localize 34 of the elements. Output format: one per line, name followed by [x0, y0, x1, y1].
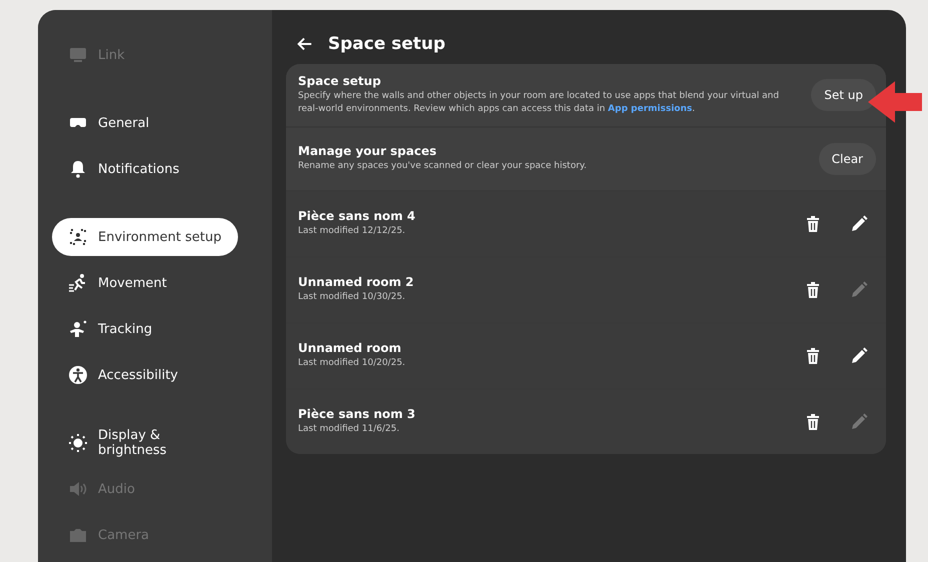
setting-description: Specify where the walls and other objects in your room are located to use apps that blend your virtual and real-world environments. Review which apps can access this data in App permissions.: [298, 90, 780, 116]
setting-title: Manage your spaces: [298, 144, 438, 158]
room-name: Pièce sans nom 4: [298, 209, 416, 224]
room-modified-date: Last modified 10/20/25.: [298, 357, 406, 370]
setting-description: Rename any spaces you've scanned or clear your space history.: [298, 160, 588, 174]
page-title: Space setup: [328, 34, 446, 54]
sidebar-item[interactable]: Display & brightness: [52, 424, 238, 462]
room-modified-date: Last modified 11/6/25.: [298, 423, 400, 436]
room-modified-date: Last modified 10/30/25.: [298, 291, 406, 304]
back-arrow-icon[interactable]: [296, 35, 314, 53]
set-up-button[interactable]: Set up: [811, 79, 876, 111]
accessibility-icon: [68, 365, 88, 385]
room-name: Pièce sans nom 3: [298, 407, 416, 422]
running-person-icon: [68, 273, 88, 293]
speaker-icon: [68, 479, 88, 499]
sidebar-item[interactable]: Environment setup: [52, 218, 238, 256]
clear-button[interactable]: Clear: [818, 143, 876, 175]
pencil-icon[interactable]: [849, 346, 869, 366]
person-frame-icon: [68, 227, 88, 247]
sidebar-item[interactable]: General: [52, 104, 238, 142]
monitor-icon: [68, 45, 88, 65]
person-icon: [68, 319, 88, 339]
sidebar-item[interactable]: Notifications: [52, 150, 238, 188]
room-name: Unnamed room: [298, 341, 402, 356]
room-modified-date: Last modified 12/12/25.: [298, 225, 406, 238]
room-name: Unnamed room 2: [298, 275, 415, 290]
sidebar-item[interactable]: Movement: [52, 264, 238, 302]
sidebar-item[interactable]: Accessibility: [52, 356, 238, 394]
app-permissions-link[interactable]: App permissions: [608, 104, 692, 114]
sidebar-item[interactable]: Tracking: [52, 310, 238, 348]
pointer-arrow-icon: [868, 81, 922, 123]
sun-icon: [68, 433, 88, 453]
setting-title: Space setup: [298, 74, 382, 88]
pencil-icon[interactable]: [849, 214, 869, 234]
